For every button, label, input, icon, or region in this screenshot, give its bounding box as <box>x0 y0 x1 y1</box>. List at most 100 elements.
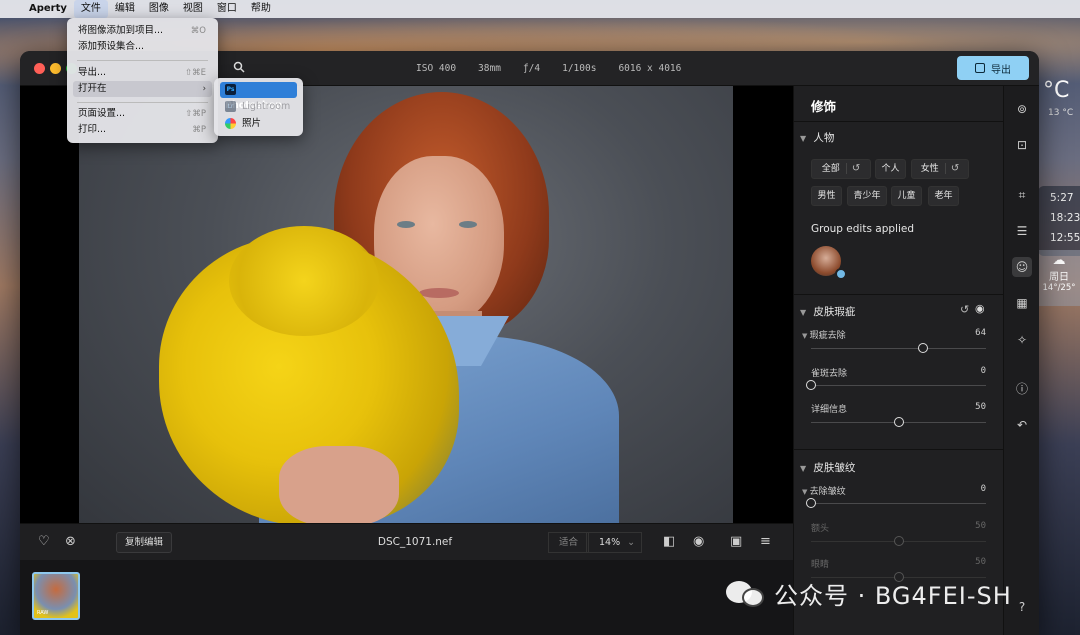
section-skin-blemish-label: 皮肤瑕疵 <box>813 306 856 318</box>
menu-app-name[interactable]: Aperty <box>22 0 74 18</box>
reset-icon[interactable]: ↺ <box>944 163 960 174</box>
chip-teen[interactable]: 青少年 <box>847 186 887 206</box>
watermark: 公众号 · BG4FEI-SH <box>726 576 1012 611</box>
image-viewer[interactable] <box>20 86 793 523</box>
copy-edits-button[interactable]: 复制编辑 <box>116 532 173 553</box>
fit-button[interactable]: 适合 <box>548 532 590 553</box>
menu-file[interactable]: 文件 <box>73 0 108 18</box>
reset-icon[interactable]: ↺ <box>960 303 969 316</box>
presets-icon[interactable]: ⊚ <box>1012 99 1032 119</box>
wechat-icon <box>726 579 766 609</box>
chevron-down-icon: ⌄ <box>627 537 636 548</box>
wrinkle-removal-slider[interactable] <box>811 503 986 504</box>
chip-male[interactable]: 男性 <box>811 186 842 206</box>
menu-item-add-preset-collection[interactable]: 添加预设集合... <box>73 39 212 55</box>
shutter-value: 1/100s <box>562 63 597 74</box>
resolution-value: 6016 x 4016 <box>618 63 682 74</box>
menu-item-open-in[interactable]: 打开在 › <box>73 81 212 97</box>
chip-individual[interactable]: 个人 <box>875 159 906 179</box>
reset-icon[interactable]: ↺ <box>845 163 861 174</box>
slider-knob[interactable] <box>806 380 816 390</box>
info-icon[interactable]: ⓘ <box>1012 379 1032 399</box>
tool-rail: ⊚ ⊡ ⌗ ☰ ☺ ▦ ✧ ⓘ ↶ ? <box>1003 86 1039 635</box>
menu-edit[interactable]: 编辑 <box>108 0 142 18</box>
lightroom-icon: Lr <box>225 101 236 112</box>
menu-item-photoshop[interactable]: PsPhotoshop <box>220 82 297 111</box>
chip-child[interactable]: 儿童 <box>891 186 922 206</box>
filmstrip-thumbnail[interactable]: RAW <box>32 572 80 620</box>
weather-temp-unit: °C <box>1043 78 1070 103</box>
slider-value: 64 <box>975 328 986 338</box>
portrait-photo[interactable] <box>79 86 733 523</box>
menu-item-export[interactable]: 导出... ⇧⌘E <box>73 65 212 81</box>
menu-item-add-images[interactable]: 将图像添加到项目... ⌘O <box>73 23 212 39</box>
section-skin-wrinkles-header[interactable]: ▼ 皮肤皱纹 <box>800 460 855 475</box>
section-skin-wrinkles-label: 皮肤皱纹 <box>813 462 856 474</box>
slider-label: ▼ 去除皱纹 <box>802 487 846 497</box>
file-menu: 将图像添加到项目... ⌘O 添加预设集合... 导出... ⇧⌘E 打开在 ›… <box>67 18 218 143</box>
clock-time: 18:23 <box>1050 212 1080 224</box>
menu-window[interactable]: 窗口 <box>210 0 244 18</box>
menu-image[interactable]: 图像 <box>142 0 176 18</box>
slider-value: 50 <box>975 521 986 531</box>
shortcut: ⇧⌘P <box>185 109 206 119</box>
menu-item-page-setup[interactable]: 页面设置... ⇧⌘P <box>73 106 212 122</box>
slider-knob[interactable] <box>893 536 904 546</box>
eye-icon[interactable]: ◉ <box>693 535 704 549</box>
export-button[interactable]: 导出 <box>957 56 1029 80</box>
heart-icon[interactable]: ♡ <box>38 535 50 549</box>
zoom-select[interactable]: 14% ⌄ <box>586 532 642 553</box>
chip-female[interactable]: 女性 ↺ <box>911 159 969 179</box>
section-skin-blemish-header[interactable]: ▼ 皮肤瑕疵 <box>800 304 855 319</box>
slider-knob[interactable] <box>918 343 928 353</box>
bottom-toolbar: ♡ ⊗ 复制编辑 DSC_1071.nef 适合 14% ⌄ ◧ ◉ ▣ ≡ <box>20 523 793 560</box>
menu-help[interactable]: 帮助 <box>244 0 278 18</box>
face-badge <box>835 268 847 280</box>
adjustments-icon[interactable]: ☰ <box>1012 221 1032 241</box>
open-in-submenu: PsPhotoshop Lr Lightroom 照片 <box>214 78 303 136</box>
slider-value: 0 <box>980 484 986 494</box>
shortcut: ⌘O <box>190 26 206 36</box>
focal-length-value: 38mm <box>478 63 501 74</box>
compare-icon[interactable]: ◧ <box>663 535 675 549</box>
grid-icon[interactable]: ▦ <box>1012 293 1032 313</box>
weather-forecast-widget: ☁ 周日 14°/25° <box>1038 250 1080 306</box>
filmstrip: RAW <box>20 560 793 635</box>
search-icon[interactable] <box>233 61 245 76</box>
chip-senior[interactable]: 老年 <box>928 186 959 206</box>
slider-label: 额头 <box>811 524 830 534</box>
freckle-removal-slider[interactable] <box>811 385 986 386</box>
crop-icon[interactable]: ⌗ <box>1012 185 1032 205</box>
clock-time: 12:55 <box>1050 232 1080 244</box>
menu-item-photos[interactable]: 照片 <box>220 116 297 132</box>
help-icon[interactable]: ? <box>1012 597 1032 617</box>
minimize-window-button[interactable] <box>50 63 61 74</box>
slider-knob[interactable] <box>893 417 904 427</box>
menu-bar: Aperty 文件 编辑 图像 视图 窗口 帮助 <box>0 0 1080 18</box>
display-icon[interactable]: ▣ <box>730 535 742 549</box>
section-people-header[interactable]: ▼ 人物 <box>800 130 834 145</box>
menu-item-print[interactable]: 打印... ⌘P <box>73 122 212 138</box>
face-retouch-icon[interactable]: ☺ <box>1012 257 1032 277</box>
chevron-down-icon: ▼ <box>802 332 810 340</box>
blemish-removal-slider[interactable] <box>811 348 986 349</box>
chevron-right-icon: › <box>202 84 206 94</box>
chip-all[interactable]: 全部 ↺ <box>811 159 871 179</box>
export-icon <box>975 63 985 73</box>
temp-range: 14°/25° <box>1042 283 1076 293</box>
undo-icon[interactable]: ↶ <box>1012 415 1032 435</box>
close-window-button[interactable] <box>34 63 45 74</box>
chevron-down-icon: ▼ <box>800 134 807 143</box>
eye-icon[interactable]: ◉ <box>975 302 985 315</box>
shortcut: ⇧⌘E <box>185 68 206 78</box>
reject-icon[interactable]: ⊗ <box>65 535 76 549</box>
slider-value: 50 <box>975 557 986 567</box>
sort-icon[interactable]: ≡ <box>760 535 771 549</box>
chevron-down-icon: ▼ <box>802 488 810 496</box>
menu-item-lightroom: Lr Lightroom <box>220 99 297 115</box>
magic-icon[interactable]: ✧ <box>1012 330 1032 350</box>
watermark-text: 公众号 · BG4FEI-SH <box>774 582 1012 610</box>
masking-icon[interactable]: ⊡ <box>1012 135 1032 155</box>
menu-view[interactable]: 视图 <box>176 0 210 18</box>
slider-knob[interactable] <box>806 498 816 508</box>
